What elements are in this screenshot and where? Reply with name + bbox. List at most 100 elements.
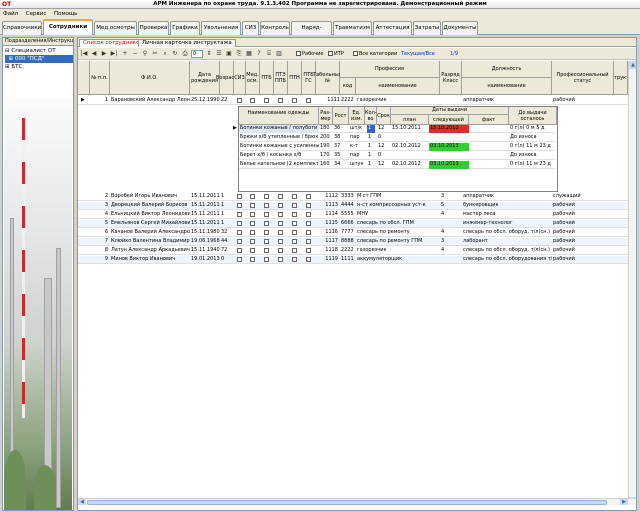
- scroll-up-icon[interactable]: ▲: [629, 61, 636, 69]
- ptb-checkbox[interactable]: [264, 98, 269, 103]
- subtab-card[interactable]: Личная карточка инструктажа: [138, 39, 236, 47]
- siz-col-unit[interactable]: Ед. изм.: [349, 107, 365, 125]
- siz-col-qty[interactable]: Кол- во: [365, 107, 377, 125]
- col-tab[interactable]: Табельный №: [313, 61, 342, 95]
- med-checkbox[interactable]: [250, 98, 255, 103]
- row-checkbox[interactable]: [306, 194, 311, 199]
- col-prof-name[interactable]: наименование: [356, 78, 440, 95]
- print-icon[interactable]: ⎙: [181, 50, 189, 58]
- row-checkbox[interactable]: [264, 194, 269, 199]
- tab-check[interactable]: Проверка: [138, 21, 169, 35]
- row-checkbox[interactable]: [237, 239, 242, 244]
- all-categories-checkbox[interactable]: Все категории: [353, 51, 397, 57]
- siz-row[interactable]: Белье нательное (2 комплект 160 34 штук …: [239, 161, 555, 169]
- col-n[interactable]: № п.п.: [90, 61, 110, 95]
- ptn-checkbox[interactable]: [292, 98, 297, 103]
- siz-col-name[interactable]: Наименование одежды: [239, 107, 319, 125]
- row-checkbox[interactable]: [278, 257, 283, 262]
- table-row[interactable]: 2 Воробей Игорь Иванович 15.11.2011 1 1112 33…: [78, 193, 636, 201]
- siz-col-height[interactable]: Рост: [333, 107, 349, 125]
- row-checkbox[interactable]: [306, 221, 311, 226]
- siz-row[interactable]: Брюки х/б утепленные / брюк 200 38 пар 1…: [239, 134, 555, 142]
- tab-costs[interactable]: Затраты: [413, 21, 441, 35]
- siz-col-size[interactable]: Раз- мер: [319, 107, 333, 125]
- row-checkbox[interactable]: [237, 230, 242, 235]
- row-checkbox[interactable]: [264, 230, 269, 235]
- filter-toggle[interactable]: Текущая/Все: [401, 51, 435, 57]
- col-med[interactable]: Мед. осм.: [246, 61, 260, 95]
- row-checkbox[interactable]: [264, 221, 269, 226]
- row-checkbox[interactable]: [306, 230, 311, 235]
- spin-icon[interactable]: ⇕: [205, 50, 213, 58]
- siz-col-next[interactable]: следующей: [429, 115, 469, 125]
- prev-icon[interactable]: ◀: [90, 50, 98, 58]
- row-checkbox[interactable]: [250, 221, 255, 226]
- excel-icon[interactable]: ▦: [245, 50, 253, 58]
- row-checkbox[interactable]: [250, 248, 255, 253]
- refresh-icon[interactable]: ↻: [171, 50, 179, 58]
- col-prof-code[interactable]: код: [340, 78, 356, 95]
- find-icon[interactable]: ⌕: [161, 50, 169, 58]
- tab-siz[interactable]: СИЗ: [242, 21, 259, 35]
- table-row[interactable]: 5 Емельянов Сергей Михайлович 15.11.2011 1 1…: [78, 220, 636, 228]
- table-row[interactable]: 8 Латун Александр Аркадьевич 15.11.1940 72 1…: [78, 247, 636, 255]
- row-checkbox[interactable]: [250, 203, 255, 208]
- left-tabs[interactable]: Подразделения/Инструкции: [3, 38, 73, 46]
- col-status[interactable]: Профессиональный статус: [552, 61, 614, 95]
- tab-schedules[interactable]: Графики: [170, 21, 200, 35]
- row-checkbox[interactable]: [264, 257, 269, 262]
- next-icon[interactable]: ▶: [100, 50, 108, 58]
- siz-col-term[interactable]: Срок: [377, 107, 391, 125]
- save-icon[interactable]: ▣: [225, 50, 233, 58]
- row-checkbox[interactable]: [237, 212, 242, 217]
- delete-icon[interactable]: −: [131, 50, 139, 58]
- row-checkbox[interactable]: [278, 203, 283, 208]
- row-checkbox[interactable]: [264, 212, 269, 217]
- col-pos-name[interactable]: наименование: [462, 78, 552, 95]
- menu-file[interactable]: Файл: [0, 9, 21, 19]
- tab-injuries[interactable]: Травматизм: [333, 21, 372, 35]
- col-ptb[interactable]: ПТБ: [260, 61, 274, 95]
- row-checkbox[interactable]: [292, 221, 297, 226]
- report-icon[interactable]: ⎘: [235, 50, 243, 58]
- row-checkbox[interactable]: [306, 203, 311, 208]
- filter-icon[interactable]: ⚲: [141, 50, 149, 58]
- table-row[interactable]: 6 Качанов Валерий Александро 15.11.1980 32 1…: [78, 229, 636, 237]
- col-age[interactable]: Возраст: [216, 61, 237, 95]
- row-checkbox[interactable]: [278, 194, 283, 199]
- col-pte[interactable]: ПТЭ ППБ: [274, 61, 288, 95]
- subtab-employees[interactable]: Список сотрудников: [79, 39, 147, 47]
- row-checkbox[interactable]: [278, 239, 283, 244]
- col-profession[interactable]: Профессия: [340, 61, 440, 78]
- siz-row[interactable]: ▶ Ботинки кожаные / полуботи 180 36 шт/к…: [233, 125, 555, 133]
- tree-icon[interactable]: ⌸: [265, 50, 273, 58]
- row-checkbox[interactable]: [264, 239, 269, 244]
- siz-row[interactable]: Ботинки кожаные с усиленны 190 37 к-т 1 …: [239, 143, 555, 151]
- siz-col-fact[interactable]: факт: [469, 115, 509, 125]
- itr-checkbox[interactable]: ИТР: [328, 51, 344, 57]
- horizontal-scrollbar[interactable]: ◀ ▶: [78, 498, 636, 505]
- pte-checkbox[interactable]: [278, 98, 283, 103]
- tree-item[interactable]: ⊞ 000 "ПСД": [5, 55, 73, 63]
- help-icon[interactable]: ?: [255, 50, 263, 58]
- table-row[interactable]: ▶ 1 Барановский Александр Леон 25.12.199…: [78, 97, 636, 105]
- row-checkbox[interactable]: [292, 248, 297, 253]
- tree-item[interactable]: ⊞ БТС: [5, 63, 73, 71]
- first-icon[interactable]: |◀: [80, 50, 88, 58]
- row-checkbox[interactable]: [292, 194, 297, 199]
- list-icon[interactable]: ☰: [215, 50, 223, 58]
- tab-certification[interactable]: Аттестация: [373, 21, 412, 35]
- scroll-right-icon[interactable]: ▶: [620, 499, 628, 505]
- row-checkbox[interactable]: [306, 257, 311, 262]
- table-row[interactable]: 9 Минов Виктор Иванович 19.01.2013 0 1119 111…: [78, 256, 636, 264]
- add-icon[interactable]: +: [121, 50, 129, 58]
- row-checkbox[interactable]: [292, 257, 297, 262]
- table-row[interactable]: 7 Клюйко Валентина Владимир 19.06.1968 44 11…: [78, 238, 636, 246]
- row-checkbox[interactable]: [292, 230, 297, 235]
- tab-permit[interactable]: Наряд-допуск: [291, 21, 332, 43]
- tab-med[interactable]: Мед.осмотры: [94, 21, 137, 35]
- row-checkbox[interactable]: [278, 248, 283, 253]
- row-checkbox[interactable]: [306, 248, 311, 253]
- row-checkbox[interactable]: [264, 203, 269, 208]
- row-checkbox[interactable]: [250, 194, 255, 199]
